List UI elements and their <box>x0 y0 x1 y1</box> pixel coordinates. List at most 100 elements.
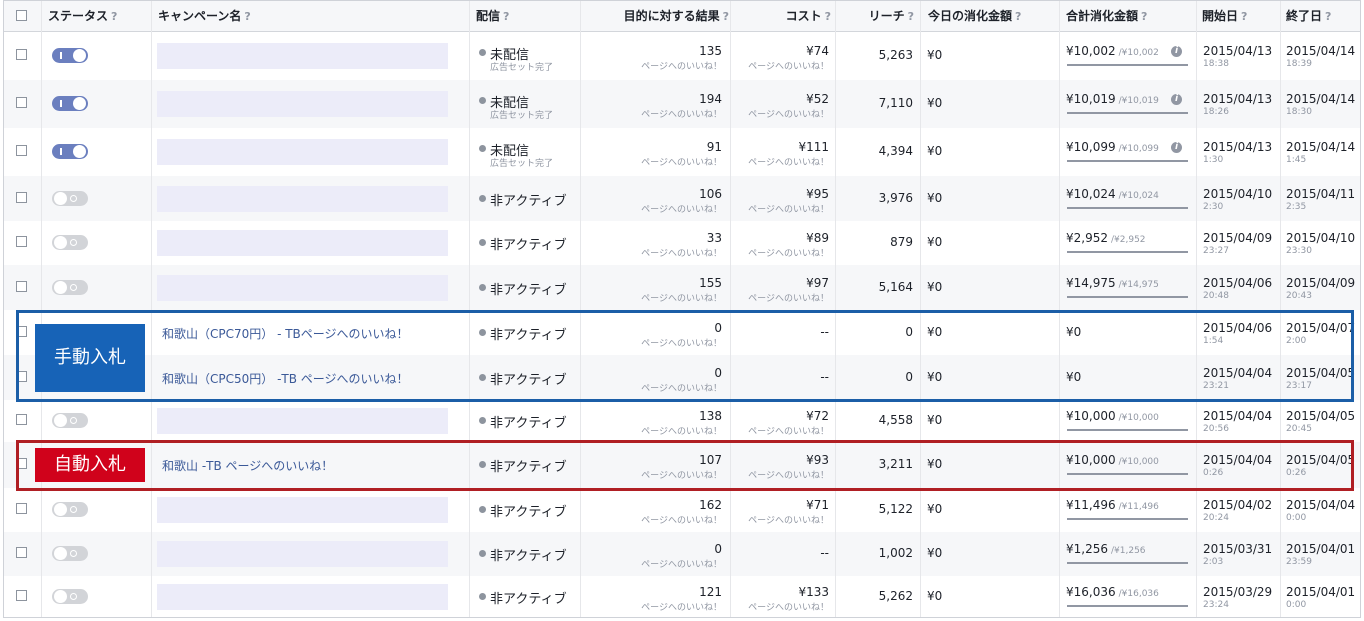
result-type: ページへのいいね！ <box>641 158 722 168</box>
cost-value: ¥133 <box>798 585 829 599</box>
status-toggle[interactable] <box>52 144 88 159</box>
delivery-status: 非アクティブ <box>490 592 567 607</box>
end-time: 1:45 <box>1286 155 1307 165</box>
total-spend-value: ¥10,024/¥10,024 <box>1066 187 1159 201</box>
start-date: 2015/04/06 <box>1203 276 1273 290</box>
row-checkbox[interactable] <box>16 547 27 558</box>
column-header-label: キャンペーン名 <box>158 9 242 23</box>
help-icon[interactable]: ? <box>1015 10 1021 23</box>
column-header-end[interactable]: 終了日? <box>1286 1 1331 31</box>
start-time: 18:26 <box>1203 107 1229 117</box>
column-header-today-spend[interactable]: 今日の消化金額? <box>928 1 1021 31</box>
table-row: 未配信 広告セット完了 91 ページへのいいね！ ¥111 ページへのいいね！ 4,394 ¥… <box>4 128 1360 176</box>
reach-value: 5,122 <box>878 502 913 516</box>
toggle-off-mark <box>70 506 77 513</box>
spend-progress-bar <box>1067 429 1188 431</box>
row-checkbox[interactable] <box>16 281 27 292</box>
toggle-off-mark <box>70 239 77 246</box>
row-checkbox[interactable] <box>16 192 27 203</box>
column-header-results[interactable]: 目的に対する結果? <box>584 1 729 31</box>
status-toggle[interactable] <box>52 48 88 63</box>
result-value: 106 <box>699 187 722 201</box>
row-checkbox[interactable] <box>16 236 27 247</box>
reach-value: 7,110 <box>878 96 913 110</box>
toggle-on-mark <box>60 52 62 59</box>
today-spend-value: ¥0 <box>927 96 943 110</box>
column-header-reach[interactable]: リーチ? <box>834 1 914 31</box>
row-checkbox[interactable] <box>16 145 27 156</box>
help-icon[interactable]: ? <box>244 10 250 23</box>
info-icon[interactable]: i <box>1171 46 1182 57</box>
row-checkbox[interactable] <box>16 503 27 514</box>
status-toggle[interactable] <box>52 413 88 428</box>
total-spend-value: ¥2,952/¥2,952 <box>1066 231 1146 245</box>
help-icon[interactable]: ? <box>1241 10 1247 23</box>
reach-value: 5,164 <box>878 280 913 294</box>
delivery-status-dot <box>479 49 486 56</box>
status-toggle[interactable] <box>52 235 88 250</box>
row-checkbox[interactable] <box>16 49 27 60</box>
total-spend-cap: /¥10,099 <box>1118 144 1159 154</box>
toggle-off-mark <box>70 417 77 424</box>
row-checkbox[interactable] <box>16 414 27 425</box>
column-header-label: 目的に対する結果 <box>623 9 720 23</box>
total-spend-value: ¥16,036/¥16,036 <box>1066 585 1159 599</box>
row-checkbox[interactable] <box>16 97 27 108</box>
help-icon[interactable]: ? <box>111 10 117 23</box>
column-header-status[interactable]: ステータス? <box>48 1 117 31</box>
status-toggle[interactable] <box>52 96 88 111</box>
help-icon[interactable]: ? <box>503 10 509 23</box>
start-time: 20:56 <box>1203 424 1229 434</box>
status-toggle[interactable] <box>52 546 88 561</box>
info-icon[interactable]: i <box>1171 94 1182 105</box>
column-header-cost[interactable]: コスト? <box>731 1 831 31</box>
today-spend-value: ¥0 <box>927 546 943 560</box>
delivery-status-dot <box>479 417 486 424</box>
column-divider <box>1280 1 1281 617</box>
cost-value: ¥74 <box>806 44 829 58</box>
status-toggle[interactable] <box>52 589 88 604</box>
column-header-delivery[interactable]: 配信? <box>476 1 509 31</box>
delivery-status-dot <box>479 593 486 600</box>
campaign-name-redacted <box>157 497 448 523</box>
cost-type: ページへのいいね！ <box>748 603 829 613</box>
reach-value: 1,002 <box>878 546 913 560</box>
total-spend-amount: ¥14,975 <box>1066 276 1116 290</box>
delivery-status-dot <box>479 284 486 291</box>
today-spend-value: ¥0 <box>927 589 943 603</box>
delivery-status-dot <box>479 550 486 557</box>
row-checkbox[interactable] <box>16 590 27 601</box>
column-header-start[interactable]: 開始日? <box>1202 1 1247 31</box>
end-time: 2:35 <box>1286 202 1307 212</box>
column-header-total-spend[interactable]: 合計消化金額? <box>1066 1 1147 31</box>
status-toggle[interactable] <box>52 191 88 206</box>
cost-type: ページへのいいね！ <box>748 62 829 72</box>
campaign-name-redacted <box>157 275 448 301</box>
cost-value: -- <box>820 546 829 560</box>
column-divider <box>151 1 152 617</box>
column-header-label: 終了日 <box>1286 9 1323 23</box>
help-icon[interactable]: ? <box>723 10 729 23</box>
toggle-knob <box>54 192 67 205</box>
toggle-off-mark <box>70 195 77 202</box>
toggle-off-mark <box>70 593 77 600</box>
total-spend-amount: ¥10,024 <box>1066 187 1116 201</box>
end-time: 18:39 <box>1286 59 1312 69</box>
end-date: 2015/04/11 <box>1286 187 1356 201</box>
toggle-on-mark <box>60 148 62 155</box>
help-icon[interactable]: ? <box>1141 10 1147 23</box>
column-header-campaign[interactable]: キャンペーン名? <box>158 1 251 31</box>
today-spend-value: ¥0 <box>927 502 943 516</box>
help-icon[interactable]: ? <box>1325 10 1331 23</box>
delivery-status-dot <box>479 145 486 152</box>
select-all-checkbox[interactable] <box>16 10 27 21</box>
toggle-knob <box>73 145 86 158</box>
total-spend-cap: /¥10,024 <box>1118 191 1159 201</box>
help-icon[interactable]: ? <box>908 10 914 23</box>
help-icon[interactable]: ? <box>825 10 831 23</box>
status-toggle[interactable] <box>52 502 88 517</box>
column-divider <box>920 1 921 617</box>
info-icon[interactable]: i <box>1171 142 1182 153</box>
status-toggle[interactable] <box>52 280 88 295</box>
spend-progress-bar <box>1067 207 1188 209</box>
